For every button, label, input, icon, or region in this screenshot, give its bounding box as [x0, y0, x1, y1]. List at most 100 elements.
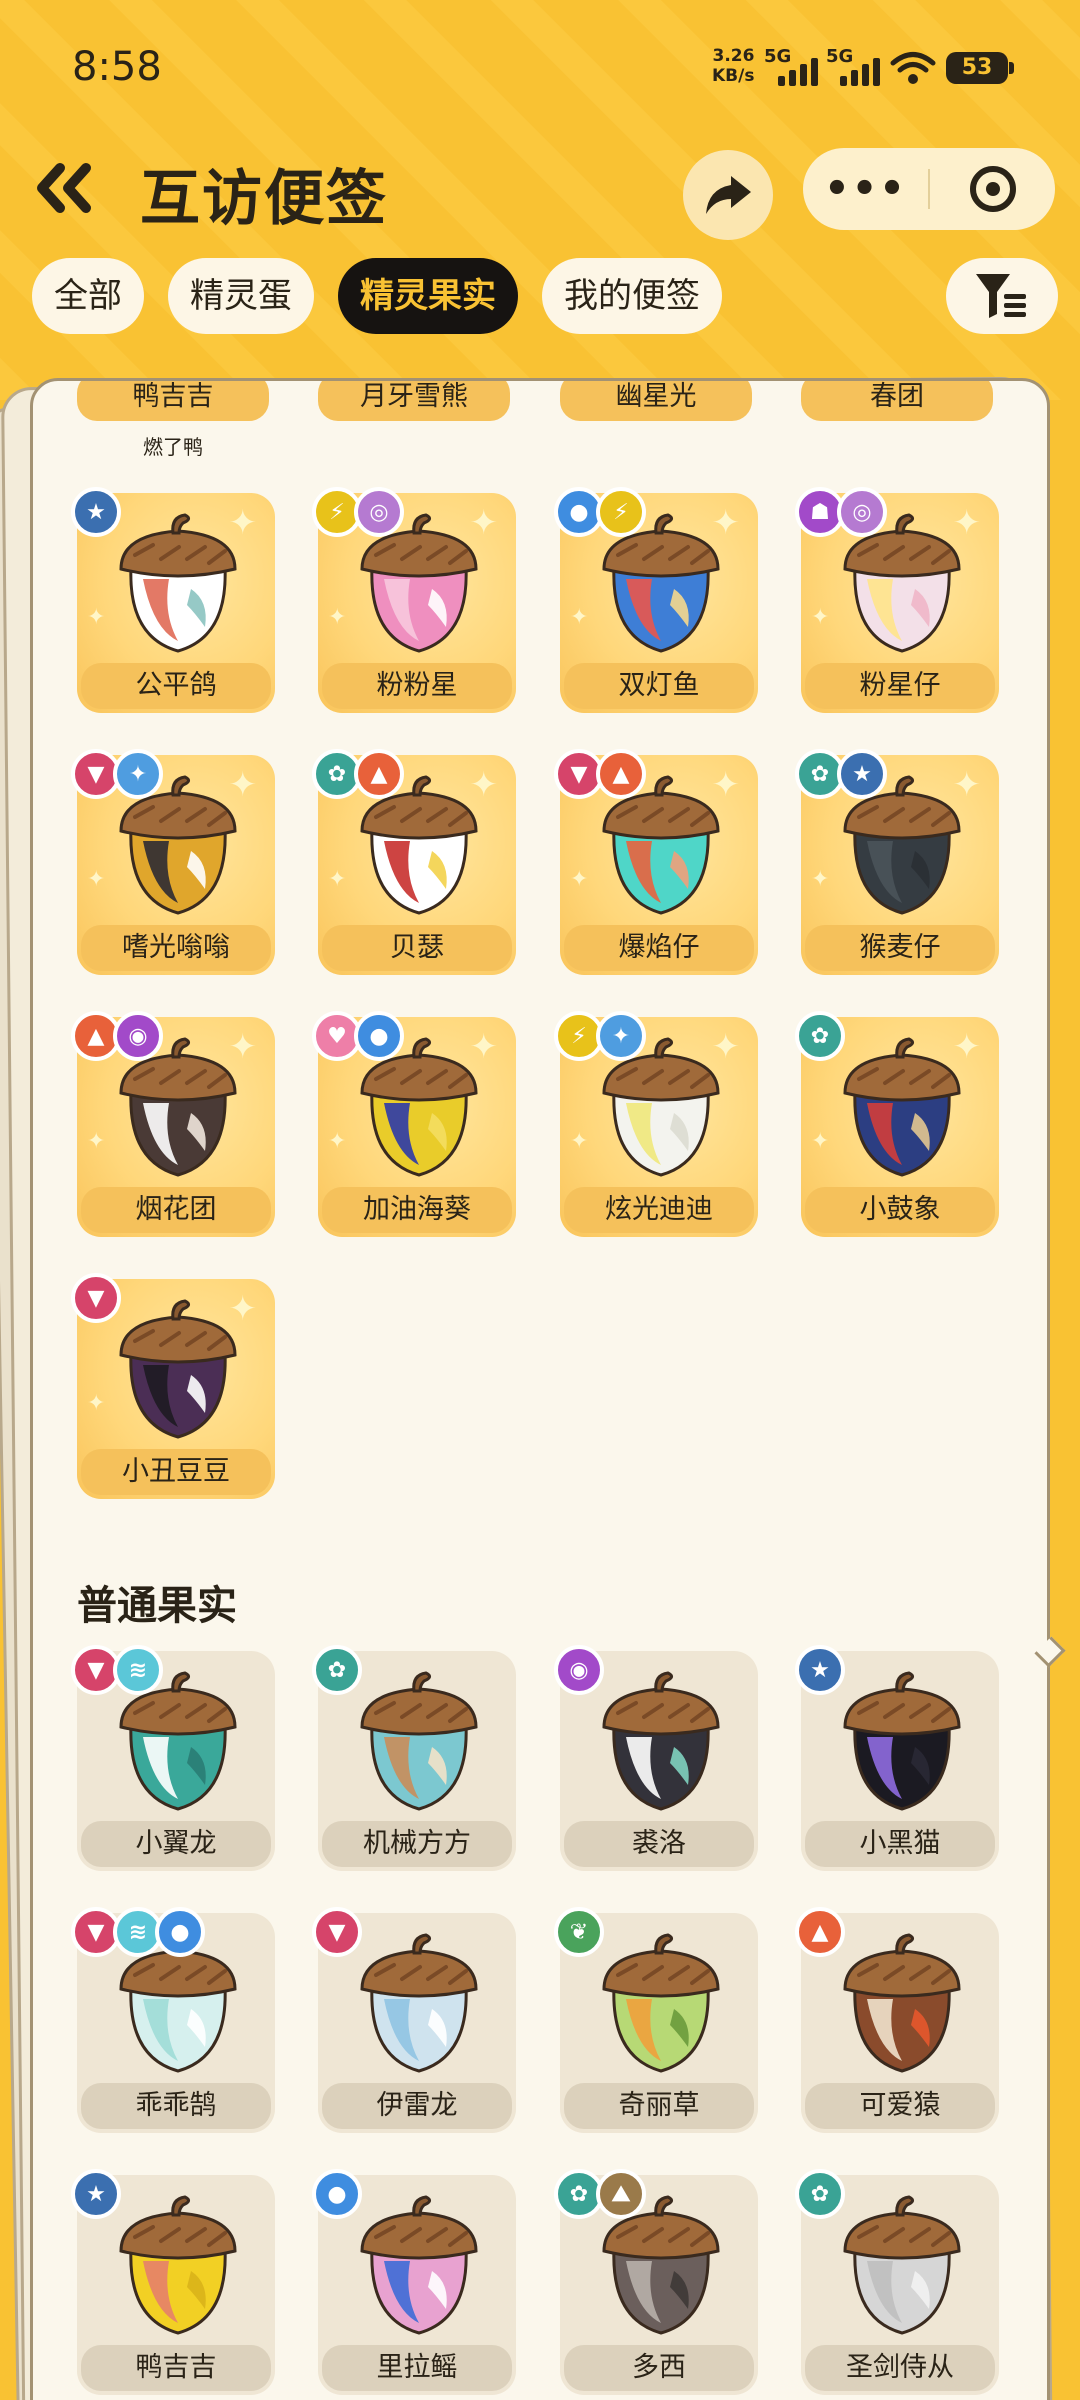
- fruit-name-pill[interactable]: 幽星光: [560, 381, 752, 421]
- element-badges: ✿ ★: [795, 749, 887, 799]
- more-menu-button[interactable]: •••: [803, 166, 928, 212]
- battery-indicator: 53: [946, 52, 1014, 84]
- water-drop-icon: ●: [155, 1907, 205, 1957]
- spiral-icon: ◎: [354, 487, 404, 537]
- sparkle-decoration-icon: ✦: [87, 1391, 106, 1416]
- demon-icon: ▼: [71, 1273, 121, 1323]
- fruit-card[interactable]: ▼ ≋ 小翼龙: [71, 1645, 275, 1871]
- tab-all[interactable]: 全部: [32, 258, 144, 334]
- water-drop-icon: ●: [354, 1011, 404, 1061]
- sparkle-decoration-icon: ✦: [328, 1129, 347, 1154]
- notes-paper: 普通果实 鸭吉吉 月牙雪熊 幽星光 春团 燃了鸭 ✦ ✦ ★ 公平鸽 ✦ ✦ ⚡ ◎ 粉粉星 ✦ ✦ ● ⚡…: [30, 378, 1050, 2400]
- filter-button[interactable]: [946, 258, 1058, 334]
- page-title: 互访便签: [140, 164, 388, 234]
- element-badges: ★: [71, 487, 121, 537]
- close-mini-program-button[interactable]: [930, 166, 1055, 212]
- fruit-card[interactable]: ★ 小黑猫: [795, 1645, 999, 1871]
- share-button[interactable]: [683, 150, 773, 240]
- fruit-name-pill[interactable]: 春团: [801, 381, 993, 421]
- acorn-fruit-image: [843, 1671, 961, 1811]
- tab-fruits[interactable]: 精灵果实: [338, 258, 518, 334]
- fruit-card[interactable]: ● 里拉鳐: [312, 2169, 516, 2395]
- fruit-card[interactable]: ✦ ✦ ♥ ● 加油海葵: [312, 1011, 516, 1237]
- demon-icon: ▼: [312, 1907, 362, 1957]
- element-badges: ♥ ●: [312, 1011, 404, 1061]
- fruit-card[interactable]: ✦ ✦ ⚡ ◎ 粉粉星: [312, 487, 516, 713]
- sparkle-icon: ✦: [596, 1011, 646, 1061]
- fruit-card[interactable]: ▼ ≋ ● 乖乖鹄: [71, 1907, 275, 2133]
- fire-icon: ▲: [354, 749, 404, 799]
- gear-icon: ✿: [795, 1011, 845, 1061]
- fruit-card[interactable]: ✦ ✦ ★ 公平鸽: [71, 487, 275, 713]
- star-icon: ★: [71, 2169, 121, 2219]
- fruit-name: 机械方方: [322, 1821, 512, 1867]
- fruit-card[interactable]: ✦ ✦ ▲ ◉ 烟花团: [71, 1011, 275, 1237]
- fruit-card[interactable]: ▼ 伊雷龙: [312, 1907, 516, 2133]
- fruit-name: 小黑猫: [805, 1821, 995, 1867]
- sparkle-decoration-icon: ✦: [87, 605, 106, 630]
- element-badges: ▼ ≋ ●: [71, 1907, 205, 1957]
- fruit-name: 炫光迪迪: [564, 1187, 754, 1233]
- fruit-name: 奇丽草: [564, 2083, 754, 2129]
- fruit-name-pill[interactable]: 鸭吉吉: [77, 381, 269, 421]
- star-icon: ★: [837, 749, 887, 799]
- net-speed: 3.26 KB/s: [712, 46, 754, 86]
- fruit-name: 公平鸽: [81, 663, 271, 709]
- sparkle-decoration-icon: ✦: [811, 605, 830, 630]
- fruit-card[interactable]: ✦ ✦ ✿ ★ 猴麦仔: [795, 749, 999, 975]
- sparkle-decoration-icon: ✦: [87, 1129, 106, 1154]
- back-button[interactable]: [30, 158, 110, 228]
- element-badges: ✿ ⛰: [554, 2169, 646, 2219]
- element-badges: ▲: [795, 1907, 845, 1957]
- fruit-card[interactable]: ✦ ✦ ▼ 小丑豆豆: [71, 1273, 275, 1499]
- fruit-card[interactable]: ✦ ✦ ▼ ▲ 爆焰仔: [554, 749, 758, 975]
- element-badges: ▼ ≋: [71, 1645, 163, 1695]
- sparkle-decoration-icon: ✦: [328, 867, 347, 892]
- clock: 8:58: [72, 44, 162, 90]
- sparkle-decoration-icon: ✦: [570, 867, 589, 892]
- element-badges: ★: [71, 2169, 121, 2219]
- signal-2-icon: [840, 46, 880, 86]
- fire-icon: ▲: [596, 749, 646, 799]
- fruit-card[interactable]: ❦ 奇丽草: [554, 1907, 758, 2133]
- fruit-card[interactable]: ★ 鸭吉吉: [71, 2169, 275, 2395]
- fruit-card[interactable]: ✦ ✦ ✿ 小鼓象: [795, 1011, 999, 1237]
- mini-program-capsule: •••: [803, 148, 1055, 230]
- tab-my-notes[interactable]: 我的便签: [542, 258, 722, 334]
- fruit-name: 粉粉星: [322, 663, 512, 709]
- fruit-card[interactable]: ▲ 可爱猿: [795, 1907, 999, 2133]
- element-badges: ▼ ▲: [554, 749, 646, 799]
- fruit-name: 可爱猿: [805, 2083, 995, 2129]
- element-badges: ★: [795, 1645, 845, 1695]
- fruit-card[interactable]: ✿ 机械方方: [312, 1645, 516, 1871]
- fruit-name: 多西: [564, 2345, 754, 2391]
- element-badges: ⚡ ◎: [312, 487, 404, 537]
- element-badges: ▼: [71, 1273, 121, 1323]
- sparkle-decoration-icon: ✦: [811, 867, 830, 892]
- fruit-card[interactable]: ◉ 裘洛: [554, 1645, 758, 1871]
- net-speed-unit: KB/s: [712, 66, 755, 86]
- normal-fruits-title: 普通果实: [77, 1583, 237, 1629]
- fruit-card[interactable]: ✿ 圣剑侍从: [795, 2169, 999, 2395]
- acorn-fruit-image: [119, 1299, 237, 1439]
- acorn-fruit-image: [119, 2195, 237, 2335]
- element-badges: ✿: [795, 1011, 845, 1061]
- fruit-name: 嗜光嗡嗡: [81, 925, 271, 971]
- element-badges: ◉: [554, 1645, 604, 1695]
- fruit-card[interactable]: ✿ ⛰ 多西: [554, 2169, 758, 2395]
- fruit-name: 猴麦仔: [805, 925, 995, 971]
- sparkle-decoration-icon: ✦: [328, 605, 347, 630]
- fruit-card[interactable]: ✦ ✦ ● ⚡ 双灯鱼: [554, 487, 758, 713]
- fruit-card[interactable]: ✦ ✦ ⚡ ✦ 炫光迪迪: [554, 1011, 758, 1237]
- lightning-icon: ⚡: [596, 487, 646, 537]
- fruit-card[interactable]: ✦ ✦ ✿ ▲ 贝瑟: [312, 749, 516, 975]
- fruit-name: 贝瑟: [322, 925, 512, 971]
- fruit-name: 裘洛: [564, 1821, 754, 1867]
- element-badges: ▼: [312, 1907, 362, 1957]
- tab-eggs[interactable]: 精灵蛋: [168, 258, 314, 334]
- fruit-card[interactable]: ✦ ✦ ▼ ✦ 嗜光嗡嗡: [71, 749, 275, 975]
- acorn-fruit-image: [119, 513, 237, 653]
- fruit-card[interactable]: ✦ ✦ ☗ ◎ 粉星仔: [795, 487, 999, 713]
- element-badges: ✿: [795, 2169, 845, 2219]
- fruit-name-pill[interactable]: 月牙雪熊: [318, 381, 510, 421]
